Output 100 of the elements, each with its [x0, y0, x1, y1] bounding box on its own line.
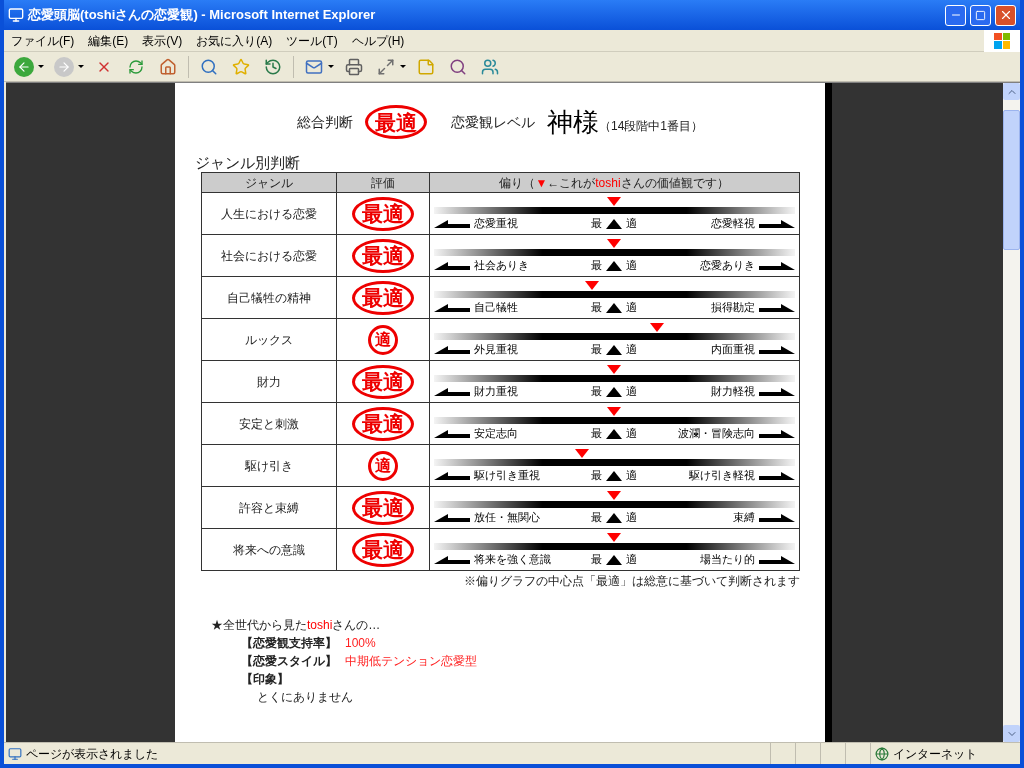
genre-label: 財力 — [256, 374, 281, 389]
bias-right-label: 損得勘定 — [709, 300, 755, 316]
bias-left-label: 財力重視 — [473, 384, 519, 400]
evaluation-intro: ★全世代から見たtoshiさんの… — [211, 617, 381, 634]
center-label: 最 — [591, 300, 602, 316]
left-arrow-icon — [433, 387, 470, 396]
menu-item[interactable]: ツール(T) — [279, 30, 345, 51]
close-button[interactable] — [995, 4, 1016, 26]
center-triangle-icon — [606, 512, 622, 523]
bias-right-label: 財力軽視 — [709, 384, 755, 400]
right-arrow-icon — [758, 219, 795, 228]
left-arrow-icon — [433, 303, 470, 312]
center-label: 適 — [626, 300, 637, 316]
genre-label: 許容と束縛 — [238, 500, 299, 515]
left-arrow-icon — [433, 261, 470, 270]
menu-item[interactable]: ヘルプ(H) — [344, 30, 412, 51]
evaluation-value: 100% — [345, 635, 376, 652]
center-label: 適 — [626, 510, 637, 526]
note-icon — [417, 57, 435, 76]
genre-label: 安定と刺激 — [238, 416, 299, 431]
rank-note: （14段階中1番目） — [599, 118, 703, 135]
right-arrow-icon — [758, 555, 795, 564]
seal-stamp: 最適 — [351, 406, 414, 441]
left-arrow-icon — [433, 555, 470, 564]
center-label: 最 — [591, 216, 602, 232]
genre-label: 将来への意識 — [232, 542, 305, 557]
bias-right-label: 内面重視 — [709, 342, 755, 358]
dropdown-caret-icon[interactable] — [38, 65, 44, 68]
evaluation-label: 【恋愛観支持率】 — [241, 635, 337, 652]
bias-left-label: 将来を強く意識 — [473, 552, 552, 568]
seal-stamp: 最適 — [351, 280, 414, 315]
menu-item[interactable]: お気に入り(A) — [189, 30, 280, 51]
scrollbar[interactable] — [1003, 83, 1020, 742]
section-title: ジャンル別判断 — [195, 154, 300, 171]
seal-stamp: 適 — [367, 324, 398, 355]
search-icon — [200, 57, 218, 76]
column-header: 偏り（▼←これがtoshiさんの価値観です） — [499, 175, 729, 190]
bias-right-label: 恋愛ありき — [698, 258, 755, 274]
printer-icon — [345, 57, 363, 76]
right-arrow-icon — [758, 345, 795, 354]
seal-stamp: 適 — [367, 450, 398, 481]
bias-left-label: 外見重視 — [473, 342, 519, 358]
center-label: 最 — [591, 468, 602, 484]
footnote: ※偏りグラフの中心点「最適」は総意に基づいて判断されます — [463, 574, 800, 588]
right-arrow-icon — [57, 59, 71, 74]
left-arrow-icon — [433, 219, 470, 228]
menu-item[interactable]: 表示(V) — [135, 30, 190, 51]
center-triangle-icon — [606, 554, 622, 565]
evaluation-value: 中期低テンション恋愛型 — [345, 653, 477, 670]
seal-stamp: 最適 — [351, 196, 414, 231]
center-label: 最 — [591, 342, 602, 358]
menu-item[interactable]: 編集(E) — [81, 30, 136, 51]
center-label: 最 — [591, 510, 602, 526]
seal-stamp: 最適 — [351, 532, 414, 567]
home-icon — [159, 57, 177, 76]
bias-left-label: 社会ありき — [473, 258, 530, 274]
dropdown-caret-icon[interactable] — [400, 65, 406, 68]
maximize-button[interactable] — [970, 4, 991, 26]
bias-left-label: 放任・無関心 — [473, 510, 541, 526]
left-arrow-icon — [433, 513, 470, 522]
left-arrow-icon — [433, 345, 470, 354]
center-triangle-icon — [606, 386, 622, 397]
right-arrow-icon — [758, 429, 795, 438]
bias-left-label: 恋愛重視 — [473, 216, 519, 232]
dropdown-caret-icon[interactable] — [328, 65, 334, 68]
seal-stamp: 最適 — [365, 105, 427, 139]
bias-left-label: 駆け引き重視 — [473, 468, 541, 484]
bias-left-label: 自己犠牲 — [473, 300, 519, 316]
right-arrow-icon — [758, 303, 795, 312]
bias-right-label: 束縛 — [731, 510, 755, 526]
impression-text: とくにありません — [257, 689, 354, 706]
center-label: 適 — [626, 384, 637, 400]
scroll-thumb[interactable] — [1003, 110, 1020, 250]
evaluation-label: 【恋愛スタイル】 — [241, 653, 337, 670]
right-arrow-icon — [758, 387, 795, 396]
center-label: 適 — [626, 258, 637, 274]
center-label: 最 — [591, 426, 602, 442]
rank-value: 神様 — [547, 109, 599, 135]
center-triangle-icon — [606, 428, 622, 439]
fullscreen-icon — [377, 57, 395, 76]
center-label: 適 — [626, 552, 637, 568]
right-arrow-icon — [758, 513, 795, 522]
bias-left-label: 安定志向 — [473, 426, 519, 442]
evaluation-label: 【印象】 — [241, 671, 290, 688]
seal-stamp: 最適 — [351, 490, 414, 525]
mail-icon — [305, 57, 323, 76]
dropdown-caret-icon[interactable] — [78, 65, 84, 68]
menu-item[interactable]: ファイル(F) — [4, 30, 82, 51]
center-triangle-icon — [606, 344, 622, 355]
column-header: ジャンル — [244, 175, 293, 190]
center-label: 最 — [591, 552, 602, 568]
center-label: 適 — [626, 342, 637, 358]
bias-right-label: 波瀾・冒険志向 — [676, 426, 755, 442]
center-label: 最 — [591, 384, 602, 400]
center-label: 適 — [626, 468, 637, 484]
minimize-button[interactable] — [945, 4, 966, 26]
status-text: ページが表示されました — [26, 745, 159, 763]
left-arrow-icon — [433, 429, 470, 438]
seal-stamp: 最適 — [351, 364, 414, 399]
center-label: 最 — [591, 258, 602, 274]
